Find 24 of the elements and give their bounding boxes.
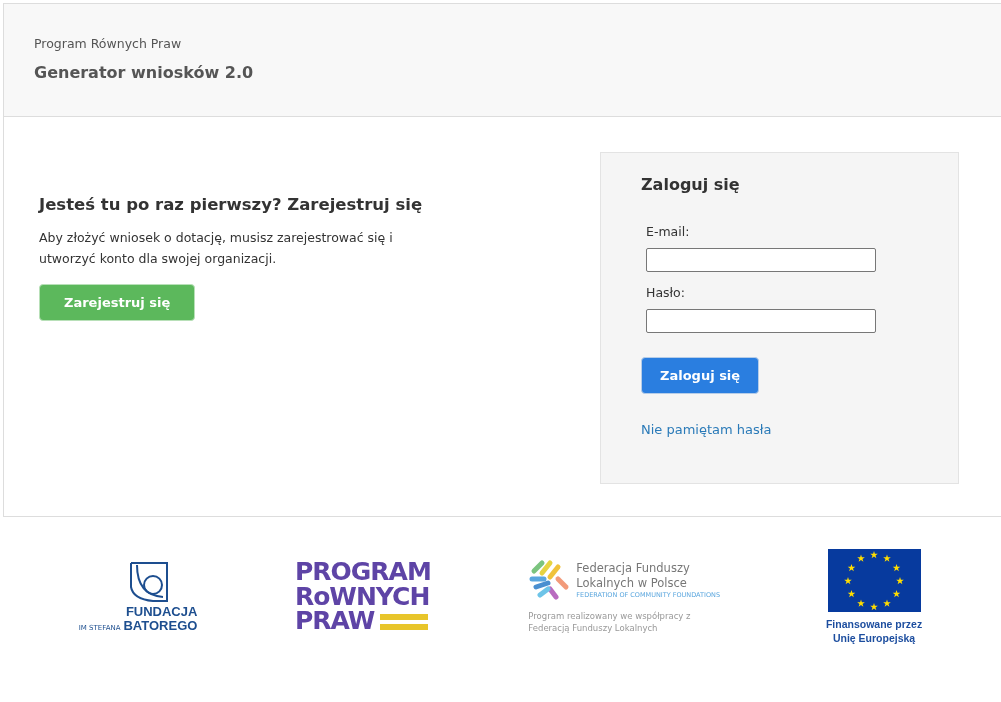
forgot-password-link[interactable]: Nie pamiętam hasła [641, 422, 772, 437]
logo-text: FUNDACJA [125, 605, 198, 619]
site-subtitle: Program Równych Praw [34, 36, 183, 51]
logo-text: BATOREGO [123, 619, 198, 633]
field-label: E-mail: [646, 224, 690, 239]
logo-caption: Unię Europejską [832, 631, 916, 645]
site-title: Generator wniosków 2.0 [34, 63, 255, 82]
equals-icon [378, 612, 431, 631]
flag-icon [827, 549, 921, 613]
logo-caption: Finansowane przez [825, 618, 923, 632]
login-button[interactable]: Zaloguj się [641, 357, 760, 394]
input-field[interactable] [646, 248, 876, 272]
logo-text: PROGRAM [294, 560, 431, 585]
field-label: Hasło: [646, 285, 685, 300]
logo-text: Lokalnych w Polsce [576, 576, 688, 592]
register-heading: Jesteś tu po raz pierwszy? Zarejestruj się [39, 194, 424, 216]
register-text: Aby złożyć wniosek o dotację, musisz zarejestrować się i utworzyć konto dla swojej organizacji. [39, 229, 394, 268]
logo-text: Federacja Funduszy [576, 561, 691, 577]
register-button[interactable]: Zarejestruj się [39, 283, 196, 321]
logo-text: RoWNYCH [294, 584, 431, 610]
logo-text: PRAW [294, 609, 375, 634]
input-field[interactable] [646, 309, 876, 333]
logo-caption: Program realizowany we współpracy z Federacją Funduszy Lokalnych [528, 611, 692, 635]
login-heading: Zaloguj się [641, 175, 740, 194]
